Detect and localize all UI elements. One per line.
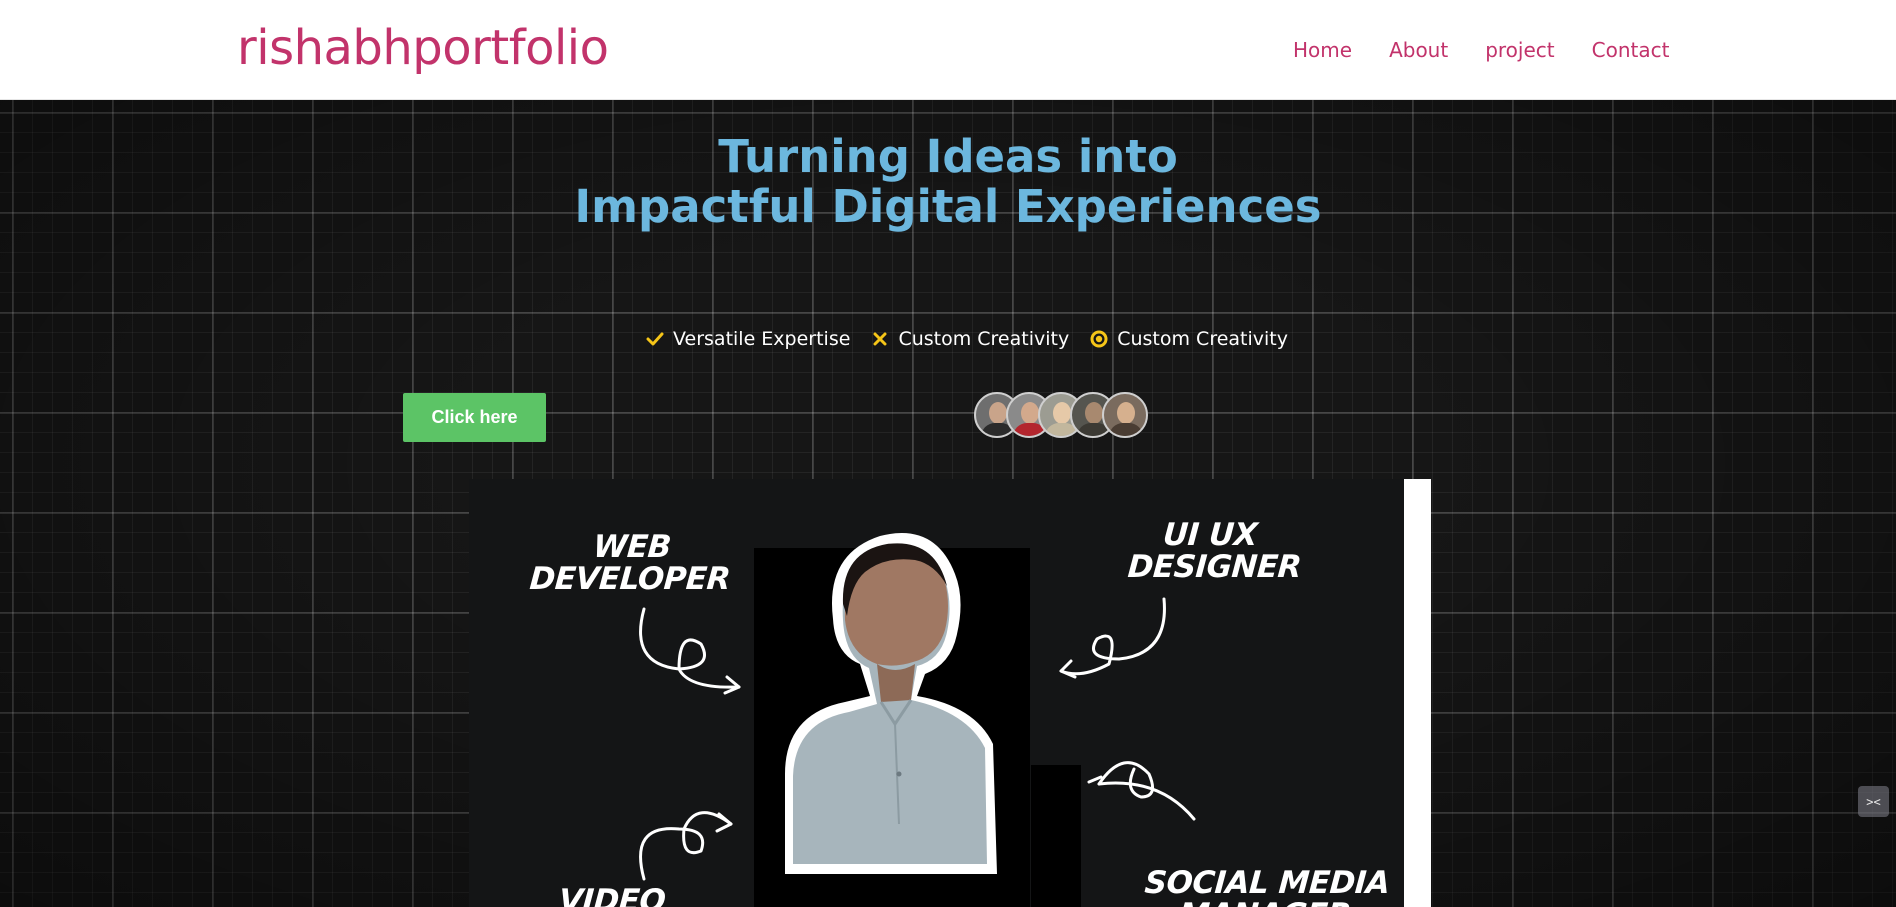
- feature-label: Custom Creativity: [1117, 328, 1288, 350]
- close-icon: [870, 329, 890, 349]
- nav-links: Home About project Contact: [1293, 38, 1669, 62]
- nav-link-contact[interactable]: Contact: [1592, 38, 1670, 62]
- feature-label: Versatile Expertise: [673, 328, 851, 350]
- expand-handle-icon[interactable]: ><: [1858, 786, 1889, 817]
- nav-link-project[interactable]: project: [1485, 38, 1554, 62]
- headline-line-1: Turning Ideas into: [718, 130, 1178, 183]
- arrow-doodles: [639, 597, 1196, 881]
- brand-logo[interactable]: rishabhportfolio: [237, 20, 609, 76]
- avatar-group: [974, 392, 1148, 438]
- feature-list: Versatile Expertise Custom Creativity Cu…: [645, 328, 1288, 350]
- radio-dot-icon: [1089, 329, 1109, 349]
- headline-line-2: Impactful Digital Experiences: [574, 180, 1322, 233]
- hero-banner-image: WEB DEVELOPER UI UX DESIGNER VIDEO SOCIA…: [469, 479, 1431, 907]
- navbar: rishabhportfolio Home About project Cont…: [0, 0, 1896, 100]
- feature-item: Custom Creativity: [1089, 328, 1288, 350]
- feature-item: Custom Creativity: [870, 328, 1069, 350]
- avatar: [1102, 392, 1148, 438]
- nav-link-home[interactable]: Home: [1293, 38, 1352, 62]
- feature-label: Custom Creativity: [898, 328, 1070, 350]
- hero-headline: Turning Ideas into Impactful Digital Exp…: [0, 132, 1896, 232]
- check-icon: [645, 329, 665, 349]
- click-here-button[interactable]: Click here: [403, 393, 546, 442]
- hero-section: Turning Ideas into Impactful Digital Exp…: [0, 100, 1896, 907]
- nav-link-about[interactable]: About: [1389, 38, 1448, 62]
- feature-item: Versatile Expertise: [645, 328, 850, 350]
